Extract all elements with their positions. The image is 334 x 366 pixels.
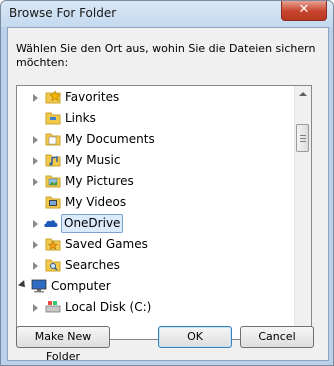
expand-arrow-icon[interactable] [33, 178, 38, 186]
scrollbar-thumb[interactable] [296, 124, 309, 152]
tree-item-label: My Documents [65, 132, 155, 146]
tree-item-label: My Videos [65, 195, 127, 209]
title-bar: Browse For Folder ✕ [1, 1, 333, 27]
tree-item-label: Links [65, 111, 96, 125]
folder-tree[interactable]: Favorites Links My Documents My Music My… [16, 85, 312, 340]
grip-line [300, 138, 306, 139]
tree-item-label: My Music [65, 153, 121, 167]
expand-arrow-icon[interactable] [33, 136, 38, 144]
tree-item-saved-games[interactable]: Saved Games [17, 234, 295, 255]
local-disk-icon [45, 301, 61, 313]
tree-item-label: Local Disk (C:) [65, 300, 152, 314]
close-button[interactable]: ✕ [281, 1, 327, 21]
dialog-title: Browse For Folder [9, 6, 117, 20]
expand-arrow-icon[interactable] [33, 220, 38, 228]
tree-item-my-videos[interactable]: My Videos [17, 192, 295, 213]
documents-folder-icon [45, 133, 61, 146]
dialog-client-area: Wählen Sie den Ort aus, wohin Sie die Da… [7, 27, 329, 363]
tree-item-label: OneDrive [61, 214, 124, 233]
tree-item-computer[interactable]: Computer [17, 276, 295, 297]
ok-button[interactable]: OK [158, 326, 232, 348]
cancel-button[interactable]: Cancel [240, 326, 314, 348]
videos-folder-icon [45, 196, 61, 209]
scroll-up-arrow-icon[interactable] [299, 92, 307, 96]
tree-item-label: Computer [51, 279, 111, 293]
expand-arrow-icon[interactable] [33, 304, 38, 312]
pictures-folder-icon [45, 175, 61, 188]
tree-item-label: Saved Games [65, 237, 148, 251]
links-folder-icon [45, 112, 61, 125]
expand-arrow-icon[interactable] [33, 262, 38, 270]
tree-item-my-documents[interactable]: My Documents [17, 129, 295, 150]
tree-item-label: Searches [65, 258, 120, 272]
tree-item-local-disk[interactable]: Local Disk (C:) [17, 297, 295, 318]
searches-folder-icon [45, 259, 61, 272]
expand-arrow-icon[interactable] [33, 241, 38, 249]
folder-tree-rows: Favorites Links My Documents My Music My… [17, 86, 295, 339]
favorites-star-folder-icon [45, 90, 61, 104]
tree-item-my-pictures[interactable]: My Pictures [17, 171, 295, 192]
make-new-folder-button[interactable]: Make New Folder [16, 326, 110, 363]
close-icon: ✕ [298, 2, 310, 17]
saved-games-folder-icon [45, 238, 61, 251]
tree-item-searches[interactable]: Searches [17, 255, 295, 276]
tree-item-onedrive[interactable]: OneDrive [17, 213, 295, 234]
tree-item-my-music[interactable]: My Music [17, 150, 295, 171]
tree-item-label: Favorites [65, 90, 120, 104]
music-folder-icon [45, 154, 61, 167]
collapse-arrow-icon[interactable] [18, 280, 28, 290]
computer-icon [31, 279, 47, 293]
onedrive-cloud-icon [44, 220, 58, 227]
expand-arrow-icon[interactable] [33, 94, 38, 102]
grip-line [300, 141, 306, 142]
tree-item-links[interactable]: Links [17, 108, 295, 129]
tree-item-label: My Pictures [65, 174, 134, 188]
tree-vertical-scrollbar[interactable] [294, 86, 311, 339]
dialog-description: Wählen Sie den Ort aus, wohin Sie die Da… [16, 42, 316, 69]
expand-arrow-icon[interactable] [33, 157, 38, 165]
grip-line [300, 135, 306, 136]
browse-for-folder-dialog: Browse For Folder ✕ Wählen Sie den Ort a… [0, 0, 334, 366]
tree-item-favorites[interactable]: Favorites [17, 87, 295, 108]
